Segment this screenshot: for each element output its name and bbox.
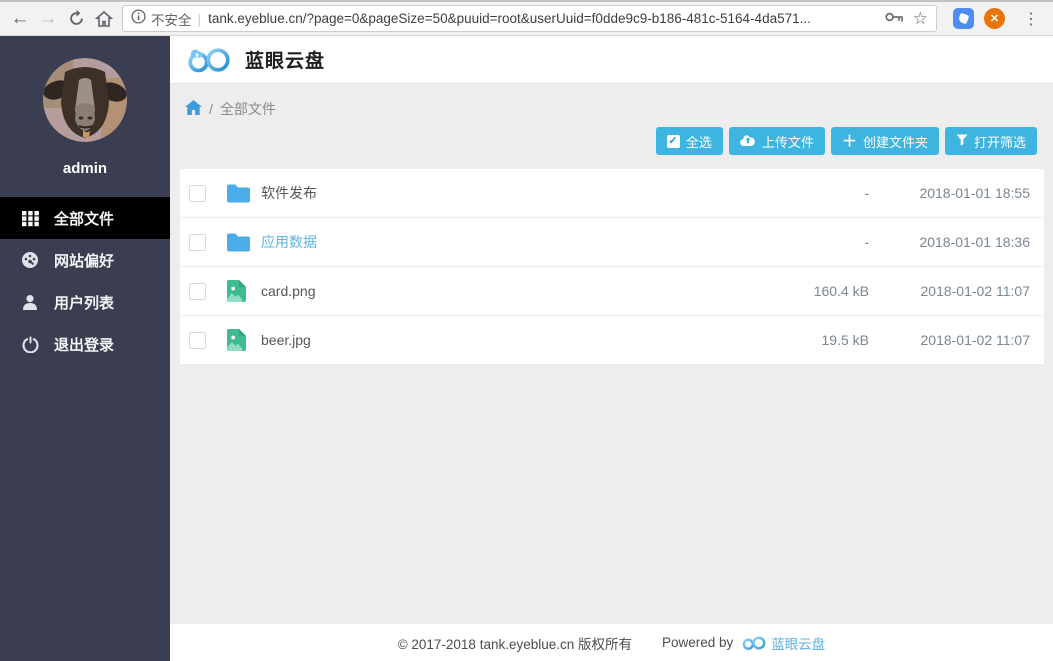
file-name[interactable]: 应用数据 <box>261 232 719 252</box>
dashboard-icon <box>21 251 39 269</box>
sidebar-item-label: 用户列表 <box>54 292 114 313</box>
sidebar-item-label: 退出登录 <box>54 334 114 355</box>
info-icon[interactable] <box>131 9 146 29</box>
file-date: 2018-01-02 11:07 <box>869 332 1032 348</box>
copyright-text: © 2017-2018 tank.eyeblue.cn 版权所有 <box>398 633 632 653</box>
filter-icon <box>956 134 968 149</box>
file-size: - <box>719 185 869 201</box>
sidebar-item-user-list[interactable]: 用户列表 <box>0 281 170 323</box>
url-text[interactable]: tank.eyeblue.cn/?page=0&pageSize=50&puui… <box>208 11 885 26</box>
app-header: 蓝眼云盘 <box>170 36 1053 84</box>
folder-icon <box>226 181 252 205</box>
create-folder-button[interactable]: ＋ 创建文件夹 <box>831 127 939 155</box>
breadcrumb-separator: / <box>209 101 213 117</box>
browser-toolbar: ← → 不安全 | tank.eyeblue.cn/?page=0&pageSi… <box>0 0 1053 36</box>
check-square-icon <box>667 135 680 148</box>
cloud-upload-icon <box>740 134 756 149</box>
browser-menu-icon[interactable]: ⋮ <box>1015 9 1047 29</box>
address-bar[interactable]: 不安全 | tank.eyeblue.cn/?page=0&pageSize=5… <box>122 5 937 32</box>
main-panel: 蓝眼云盘 / 全部文件 全选 上传文件 ＋ 创建文件夹 <box>170 36 1053 661</box>
footer-brand-label: 蓝眼云盘 <box>771 633 825 653</box>
row-checkbox[interactable] <box>189 283 206 300</box>
upload-file-button[interactable]: 上传文件 <box>729 127 825 155</box>
image-file-icon <box>226 279 252 303</box>
file-name[interactable]: card.png <box>261 283 719 299</box>
back-icon[interactable]: ← <box>6 5 34 33</box>
select-all-label: 全选 <box>686 132 712 151</box>
file-size: 19.5 kB <box>719 332 869 348</box>
extension-orange-icon[interactable]: ✕ <box>984 8 1005 29</box>
refresh-icon[interactable] <box>62 5 90 33</box>
breadcrumb: / 全部文件 <box>170 84 1053 121</box>
file-size: 160.4 kB <box>719 283 869 299</box>
file-date: 2018-01-01 18:36 <box>869 234 1032 250</box>
footer: © 2017-2018 tank.eyeblue.cn 版权所有 Powered… <box>170 624 1053 661</box>
avatar[interactable] <box>43 58 127 142</box>
action-toolbar: 全选 上传文件 ＋ 创建文件夹 打开筛选 <box>170 121 1053 155</box>
security-label: 不安全 <box>151 9 192 29</box>
power-icon <box>21 335 39 353</box>
file-date: 2018-01-01 18:55 <box>869 185 1032 201</box>
sidebar-item-site-preferences[interactable]: 网站偏好 <box>0 239 170 281</box>
file-name[interactable]: beer.jpg <box>261 332 719 348</box>
file-date: 2018-01-02 11:07 <box>869 283 1032 299</box>
image-file-icon <box>226 328 252 352</box>
app-window: admin 全部文件 <box>0 36 1053 661</box>
avatar-wrap: admin <box>0 36 170 197</box>
username: admin <box>0 160 170 177</box>
omnibox-divider: | <box>198 11 202 27</box>
row-checkbox[interactable] <box>189 185 206 202</box>
app-title: 蓝眼云盘 <box>245 46 325 73</box>
sidebar-item-label: 网站偏好 <box>54 250 114 271</box>
file-name[interactable]: 软件发布 <box>261 183 719 203</box>
sidebar-item-all-files[interactable]: 全部文件 <box>0 197 170 239</box>
extension-blue-icon[interactable] <box>953 8 974 29</box>
home-breadcrumb-icon[interactable] <box>185 100 202 119</box>
app-logo-icon <box>185 46 233 74</box>
file-row[interactable]: 应用数据 - 2018-01-01 18:36 <box>180 218 1044 267</box>
open-filter-button[interactable]: 打开筛选 <box>945 127 1037 155</box>
select-all-button[interactable]: 全选 <box>656 127 723 155</box>
key-icon[interactable] <box>885 10 904 28</box>
grid-icon <box>21 209 39 227</box>
sidebar: admin 全部文件 <box>0 36 170 661</box>
folder-icon <box>226 230 252 254</box>
user-icon <box>21 293 39 311</box>
home-icon[interactable] <box>90 5 118 33</box>
footer-brand-link[interactable]: 蓝眼云盘 <box>741 633 825 653</box>
breadcrumb-current: 全部文件 <box>220 99 276 119</box>
forward-icon[interactable]: → <box>34 5 62 33</box>
upload-file-label: 上传文件 <box>762 132 814 151</box>
file-size: - <box>719 234 869 250</box>
open-filter-label: 打开筛选 <box>974 132 1026 151</box>
plus-icon: ＋ <box>842 134 857 149</box>
sidebar-item-label: 全部文件 <box>54 208 114 229</box>
file-row[interactable]: card.png 160.4 kB 2018-01-02 11:07 <box>180 267 1044 316</box>
bookmark-star-icon[interactable]: ☆ <box>913 10 928 27</box>
file-row[interactable]: 软件发布 - 2018-01-01 18:55 <box>180 169 1044 218</box>
create-folder-label: 创建文件夹 <box>863 132 928 151</box>
sidebar-item-logout[interactable]: 退出登录 <box>0 323 170 365</box>
footer-logo-icon <box>741 635 767 651</box>
file-list: 软件发布 - 2018-01-01 18:55 应用数据 - 2018-01-0… <box>180 169 1044 365</box>
row-checkbox[interactable] <box>189 332 206 349</box>
powered-by-text: Powered by <box>662 635 733 650</box>
row-checkbox[interactable] <box>189 234 206 251</box>
file-row[interactable]: beer.jpg 19.5 kB 2018-01-02 11:07 <box>180 316 1044 365</box>
